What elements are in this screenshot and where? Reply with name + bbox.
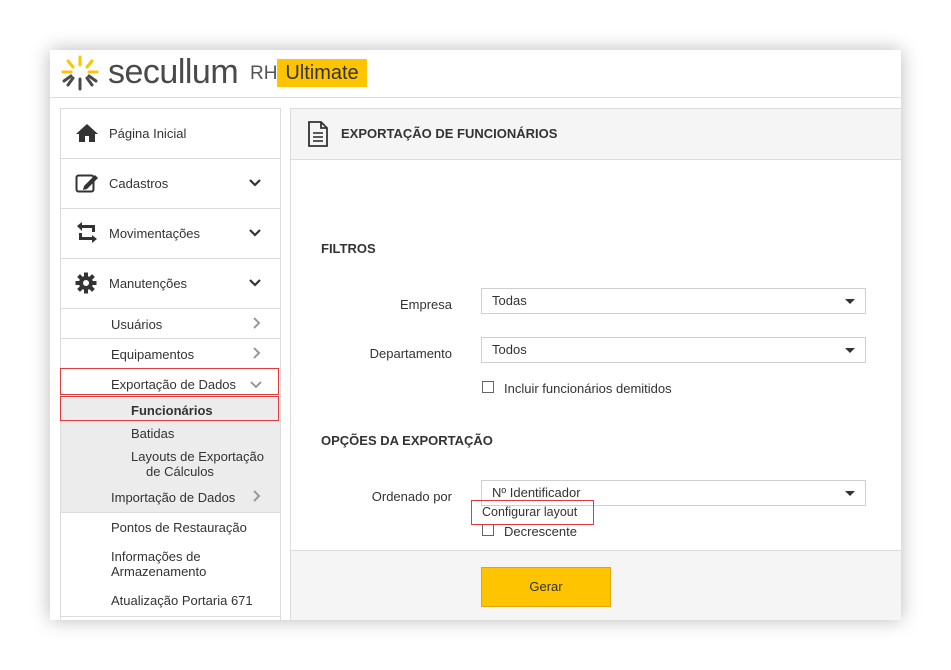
gear-icon [75, 272, 97, 294]
home-icon [76, 124, 98, 142]
main-panel: EXPORTAÇÃO DE FUNCIONÁRIOS FILTROS Empre… [290, 108, 901, 620]
highlight-exportacao-de-dados [60, 368, 279, 395]
swap-icon [77, 222, 97, 243]
configurar-layout-button[interactable]: Configurar layout [471, 500, 594, 525]
sidebar-item-pagina-inicial[interactable]: Página Inicial [61, 109, 280, 159]
section-title-filtros: FILTROS [321, 241, 376, 256]
document-icon [308, 121, 328, 147]
sidebar-item-movimentacoes[interactable]: Movimentações [61, 209, 280, 259]
departamento-label: Departamento [369, 346, 452, 361]
submenu-item-equipamentos[interactable]: Equipamentos [61, 339, 280, 369]
incluir-demitidos-label: Incluir funcionários demitidos [504, 381, 672, 396]
sidebar-item-label: Cadastros [109, 176, 169, 191]
decrescente-checkbox[interactable] [482, 524, 494, 536]
departamento-select[interactable]: Todos [481, 337, 866, 363]
highlight-funcionarios [60, 396, 279, 421]
submenu-item-importacao-de-dados[interactable]: Importação de Dados [61, 483, 280, 513]
page-title: EXPORTAÇÃO DE FUNCIONÁRIOS [341, 126, 558, 141]
empresa-label: Empresa [399, 297, 452, 312]
brand-suffix: RH [250, 63, 278, 84]
app-window: secullum RH Ultimate Página Inicial Cada… [50, 50, 901, 620]
manutencoes-submenu: Usuários Equipamentos Exportação de Dado… [61, 309, 280, 620]
submenu-item-label: Equipamentos [111, 347, 195, 362]
submenu-item-label: Importação de Dados [111, 490, 236, 505]
chevron-down-icon [249, 229, 261, 237]
caret-down-icon [845, 491, 855, 496]
caret-down-icon [845, 299, 855, 304]
submenu-item-layouts-de-exportacao[interactable]: Layouts de Exportação [131, 449, 264, 464]
submenu-item-label: Pontos de Restauração [111, 520, 247, 535]
edit-icon [75, 174, 98, 193]
brand-name: secullum [108, 53, 239, 91]
submenu-item-label: Informações de [111, 549, 201, 564]
sun-logo-icon [61, 55, 99, 91]
sidebar: Página Inicial Cadastros Movimentações M… [60, 108, 281, 620]
incluir-demitidos-checkbox[interactable] [482, 381, 494, 393]
empresa-select-value: Todas [492, 293, 527, 308]
submenu-item-atualizacao-portaria-671[interactable]: Atualização Portaria 671 [61, 587, 280, 617]
sidebar-item-label: Movimentações [109, 226, 201, 241]
chevron-right-icon [253, 490, 261, 502]
chevron-right-icon [253, 347, 261, 359]
departamento-select-value: Todos [492, 342, 527, 357]
submenu-item-label-line2: Armazenamento [111, 564, 207, 579]
configurar-layout-label: Configurar layout [482, 505, 578, 519]
submenu-item-layouts-de-exportacao-line2: de Cálculos [146, 464, 214, 479]
chevron-down-icon [249, 279, 261, 287]
gerar-button[interactable]: Gerar [481, 567, 611, 607]
submenu-item-usuarios[interactable]: Usuários [61, 309, 280, 339]
ordenado-por-label: Ordenado por [371, 489, 452, 504]
caret-down-icon [845, 348, 855, 353]
submenu-item-batidas[interactable]: Batidas [131, 426, 174, 441]
chevron-right-icon [253, 317, 261, 329]
submenu-item-informacoes-de-armazenamento[interactable]: Informações de Armazenamento [61, 543, 280, 581]
app-header: secullum RH Ultimate [50, 50, 901, 98]
submenu-item-label: Atualização Portaria 671 [111, 593, 253, 608]
sidebar-item-label: Manutenções [109, 276, 188, 291]
submenu-item-label: Usuários [111, 317, 163, 332]
sidebar-item-label: Página Inicial [109, 126, 187, 141]
chevron-down-icon [249, 179, 261, 187]
submenu-item-pontos-de-restauracao[interactable]: Pontos de Restauração [61, 513, 280, 542]
section-title-opcoes: OPÇÕES DA EXPORTAÇÃO [321, 433, 493, 448]
brand-badge: Ultimate [277, 59, 367, 87]
empresa-select[interactable]: Todas [481, 288, 866, 314]
main-header: EXPORTAÇÃO DE FUNCIONÁRIOS [291, 109, 901, 160]
sidebar-item-manutencoes[interactable]: Manutenções [61, 259, 280, 309]
sidebar-item-cadastros[interactable]: Cadastros [61, 159, 280, 209]
decrescente-label: Decrescente [504, 524, 577, 539]
form-footer: Gerar [291, 550, 901, 620]
